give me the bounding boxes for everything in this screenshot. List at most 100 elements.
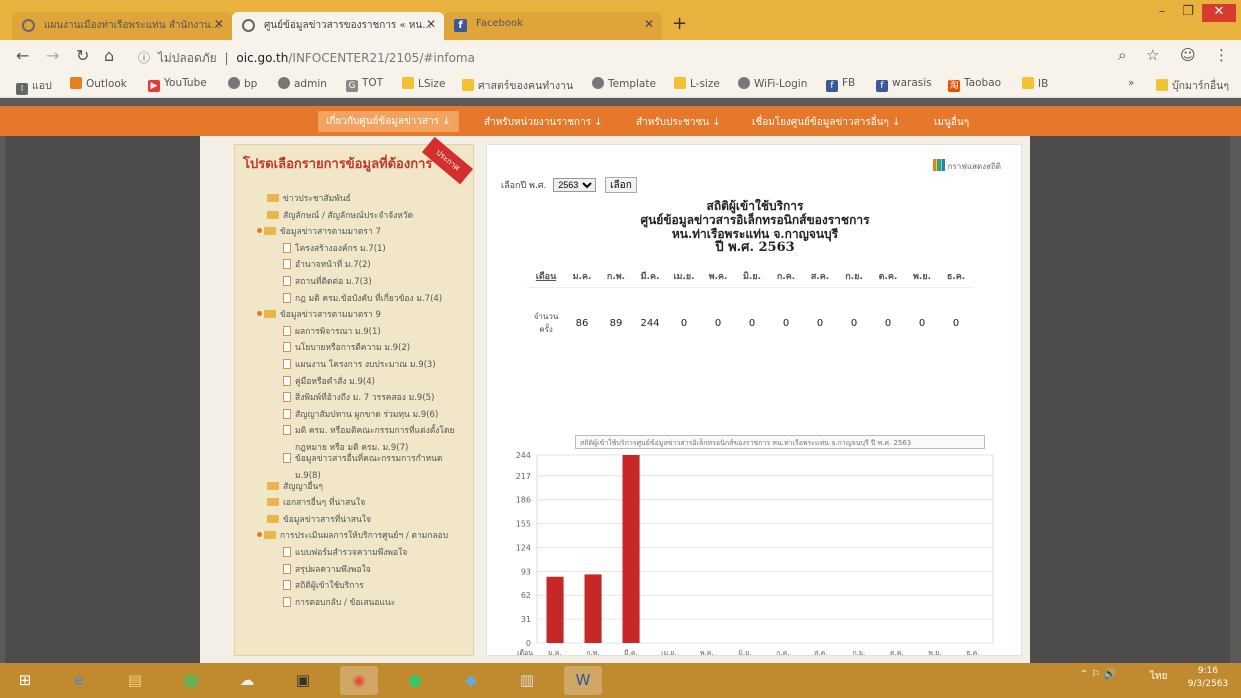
bookmark-taobao[interactable]: 淘 Taobao	[948, 77, 1001, 92]
home-icon[interactable]: ⌂	[104, 46, 114, 65]
table-header-cell: พ.ย.	[912, 271, 932, 282]
menu-folder-item[interactable]: เอกสารอื่นๆ ที่น่าสนใจ	[267, 495, 365, 509]
bookmark-bp[interactable]: bp	[228, 77, 257, 90]
chart-link[interactable]: กราฟแสดงสถิติ	[932, 159, 1001, 173]
menu-folder-item[interactable]: สัญลักษณ์ / สัญลักษณ์ประจำจังหวัด	[267, 208, 413, 222]
bookmark-ib[interactable]: IB	[1022, 77, 1048, 90]
menu-icon[interactable]: ⋮	[1214, 46, 1229, 64]
menu-folder-item[interactable]: การประเมินผลการให้บริการศูนย์ฯ / ตามกลอบ	[257, 528, 448, 542]
year-dropdown[interactable]: 2563	[553, 178, 597, 192]
y-tick-label: 124	[516, 543, 531, 552]
close-icon[interactable]: ✕	[214, 17, 224, 31]
zoom-icon[interactable]: ⌕	[1118, 46, 1126, 64]
menu-folder-item[interactable]: ข่าวประชาสัมพันธ์	[267, 191, 351, 205]
internet-explorer-icon[interactable]: e	[60, 666, 98, 695]
page-gutter-left	[5, 136, 200, 663]
menu-doc-item[interactable]: สิ่งพิมพ์ที่อ้างถึง ม. 7 วรรคสอง ม.9(5)	[283, 390, 434, 404]
tab-3[interactable]: f Facebook ✕	[444, 12, 662, 40]
close-icon[interactable]: ✕	[644, 17, 654, 31]
menu-doc-item[interactable]: โครงสร้างองค์กร ม.7(1)	[283, 241, 386, 255]
reload-icon[interactable]: ↻	[76, 46, 89, 65]
menu-doc-item[interactable]: กฎ มติ ครม.ข้อบังคับ ที่เกี่ยวข้อง ม.7(4…	[283, 291, 442, 305]
notes-icon[interactable]: ◆	[452, 666, 490, 695]
bookmark-apps[interactable]: ⁞ แอป	[16, 77, 52, 95]
other-bookmarks[interactable]: บุ๊กมาร์กอื่นๆ	[1156, 77, 1229, 94]
url-host: oic.go.th	[236, 51, 289, 65]
menu-folder-item[interactable]: ข้อมูลข่าวสารตามมาตรา 9	[257, 307, 381, 321]
menu-doc-item[interactable]: สถานที่ติดต่อ ม.7(3)	[283, 274, 372, 288]
windows-start-icon[interactable]: ⊞	[6, 666, 44, 695]
word-icon[interactable]: W	[564, 666, 602, 695]
bookmark-l-size[interactable]: L-size	[674, 77, 720, 90]
bookmark-outlook[interactable]: Outlook	[70, 77, 127, 90]
menu-doc-item[interactable]: ผลการพิจารณา ม.9(1)	[283, 324, 381, 338]
folder-icon	[402, 77, 414, 89]
menu-doc-item[interactable]: มติ ครม. หรือมติคณะกรรมการที่แต่งตั้งโดย	[283, 423, 454, 437]
menu-doc-item[interactable]: แผนงาน โครงการ งบประมาณ ม.9(3)	[283, 357, 436, 371]
bookmark-tot[interactable]: G TOT	[346, 77, 383, 92]
tray-icons[interactable]: ⌃ ⚐ 🔊	[1080, 669, 1116, 680]
menu-doc-item[interactable]: นโยบายหรือการตีความ ม.9(2)	[283, 340, 410, 354]
menu-doc-item[interactable]: การตอบกลับ / ข้อเสนอแนะ	[283, 595, 395, 609]
x-tick-label: พ.ค.	[700, 649, 714, 655]
back-icon[interactable]: ←	[16, 46, 29, 65]
clock[interactable]: 9:16 9/3/2563	[1180, 665, 1236, 691]
bookmark-youtube[interactable]: ▶ YouTube	[148, 77, 207, 92]
menu-doc-item[interactable]: คู่มือหรือคำสั่ง ม.9(4)	[283, 374, 375, 388]
bookmark-template[interactable]: Template	[592, 77, 656, 90]
office-icon	[70, 77, 82, 89]
address-bar[interactable]: ⓘ ไม่ปลอดภัย | oic.go.th/INFOCENTER21/21…	[138, 46, 1098, 68]
profile-icon[interactable]: ☺	[1180, 46, 1196, 64]
window-close-icon[interactable]: ✕	[1202, 4, 1236, 22]
clock-time: 9:16	[1197, 666, 1219, 676]
bookmark-thai[interactable]: ศาสตร์ของคนทำงาน	[462, 77, 573, 94]
cloud-icon[interactable]: ☁	[228, 666, 266, 695]
minimize-icon[interactable]: –	[1150, 4, 1174, 22]
menu-other[interactable]: เมนูอื่นๆ	[934, 115, 969, 130]
menu-folder-item[interactable]: สัญญาอื่นๆ	[267, 479, 323, 493]
table-cell: 0	[667, 286, 701, 359]
menu-doc-item[interactable]: สัญญาสัมปทาน ผูกขาด ร่วมทุน ม.9(6)	[283, 407, 438, 421]
tab-2[interactable]: ศูนย์ข้อมูลข่าวสารของราชการ « หน... ✕	[232, 12, 444, 40]
language-indicator[interactable]: ไทย	[1150, 669, 1167, 684]
x-tick-label: ก.ค.	[776, 649, 789, 655]
star-icon[interactable]: ☆	[1146, 46, 1159, 64]
menu-doc-item[interactable]: แบบฟอร์มสำรวจความพึงพอใจ	[283, 545, 407, 559]
tab-1[interactable]: แผนงานเมืองท่าเรือพระแท่น สำนักงาน... ✕	[12, 12, 232, 40]
menu-doc-item[interactable]: ข้อมูลข่าวสารอื่นที่คณะกรรมการกำหนด	[283, 451, 442, 465]
close-icon[interactable]: ✕	[426, 17, 436, 31]
menu-doc-item[interactable]: สถิติผู้เข้าใช้บริการ	[283, 578, 364, 592]
maximize-icon[interactable]: ❐	[1176, 4, 1200, 22]
statistics-panel: กราฟแสดงสถิติ เลือกปี พ.ศ. 2563 เลือก สถ…	[486, 144, 1022, 657]
bookmark-admin[interactable]: admin	[278, 77, 327, 90]
chrome-icon[interactable]: ◉	[340, 666, 378, 695]
info-icon[interactable]: ⓘ	[138, 51, 150, 65]
menu-agencies[interactable]: สำหรับหน่วยงานราชการ ↓	[484, 115, 603, 130]
x-tick-label: ธ.ค.	[966, 649, 979, 655]
menu-folder-item[interactable]: ข้อมูลข่าวสารที่น่าสนใจ	[267, 512, 371, 526]
menu-doc-item[interactable]: อำนาจหน้าที่ ม.7(2)	[283, 257, 371, 271]
store-icon[interactable]: ▦	[172, 666, 210, 695]
folder-icon	[267, 514, 279, 523]
more-bookmarks-icon[interactable]: »	[1128, 77, 1134, 89]
new-tab-button[interactable]: +	[672, 13, 687, 34]
select-button[interactable]: เลือก	[605, 177, 637, 193]
menu-folder-item[interactable]: ข้อมูลข่าวสารตามมาตรา 7	[257, 224, 381, 238]
menu-about[interactable]: เกี่ยวกับศูนย์ข้อมูลข่าวสาร ↓	[318, 111, 459, 132]
x-axis-label: เดือน	[517, 649, 533, 655]
menu-links[interactable]: เชื่อมโยงศูนย์ข้อมูลข่าวสารอื่นๆ ↓	[752, 115, 900, 130]
bookmark-fb[interactable]: f FB	[826, 77, 855, 92]
tab-3-label: Facebook	[476, 18, 523, 29]
snip-icon[interactable]: ▣	[284, 666, 322, 695]
menu-doc-item[interactable]: สรุปผลความพึงพอใจ	[283, 562, 371, 576]
calculator-icon[interactable]: ▥	[508, 666, 546, 695]
file-explorer-icon[interactable]: ▤	[116, 666, 154, 695]
bookmark-wifi[interactable]: WiFi-Login	[738, 77, 807, 90]
bar	[622, 455, 640, 643]
bookmark-lsize[interactable]: LSize	[402, 77, 445, 90]
forward-icon[interactable]: →	[46, 46, 59, 65]
bookmark-warasis[interactable]: f warasis	[876, 77, 932, 92]
table-header-cell: ก.พ.	[606, 271, 626, 282]
menu-public[interactable]: สำหรับประชาชน ↓	[636, 115, 721, 130]
line-icon[interactable]: ●	[396, 666, 434, 695]
